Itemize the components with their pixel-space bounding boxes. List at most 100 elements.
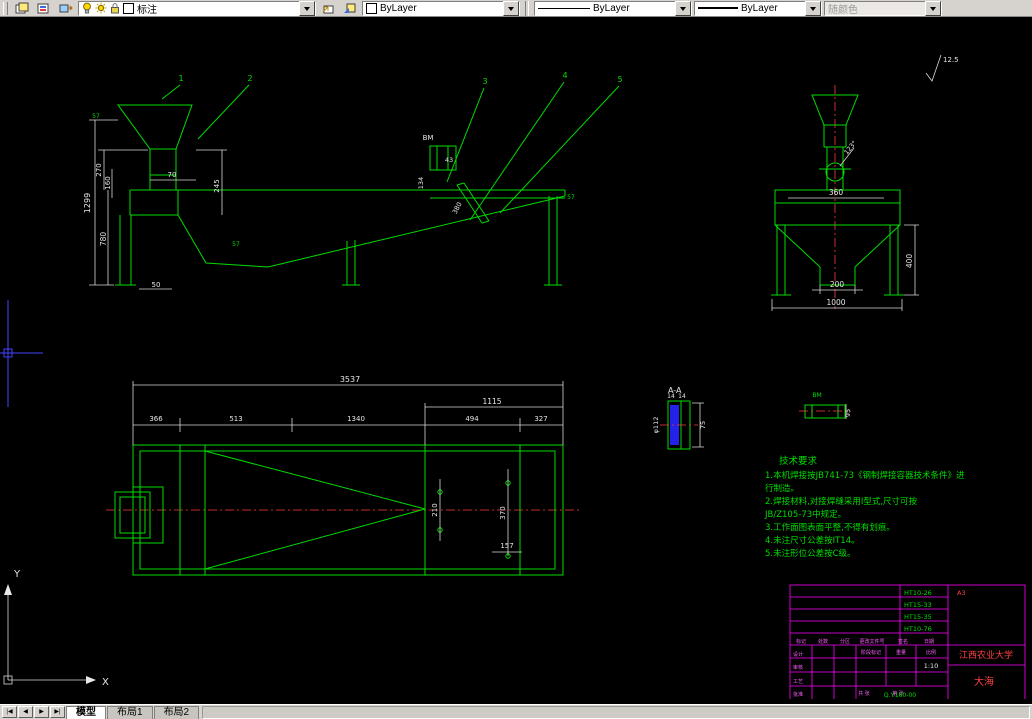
note-line: 4.未注尺寸公差按IT14。 (765, 535, 860, 546)
layer-combo[interactable]: 标注 (78, 0, 316, 16)
dim-134: 134 (417, 177, 425, 189)
dim-270: 270 (95, 163, 103, 176)
linetype-combo-arrow[interactable] (675, 0, 691, 16)
ucs-x-label: X (102, 677, 109, 688)
tb-drawing-title: 大海 (974, 675, 994, 688)
surface-roughness-label: 12.5 (943, 56, 959, 64)
note-line: 3.工作面图表面平整,不得有划痕。 (765, 522, 895, 533)
layer-color-swatch (123, 2, 134, 14)
toolbar-separator (525, 0, 529, 16)
dim-phi112: φ112 (652, 417, 660, 434)
layer-states-icon (37, 3, 49, 13)
dim-200: 200 (830, 280, 845, 289)
current-color-value: ByLayer (380, 2, 417, 14)
dim-1299: 1299 (83, 193, 92, 213)
dim-245: 245 (213, 179, 221, 192)
title-block-code: HT15-35 (904, 613, 932, 621)
title-block-code: HT10-76 (904, 625, 932, 633)
lineweight-combo[interactable]: ByLayer (694, 0, 822, 16)
note-line: 2.焊接材料,对接焊缝采用I型式,尺寸可按 (765, 496, 918, 507)
toolbar-grip[interactable] (3, 1, 8, 15)
tb-stage-label: 阶段标记 (861, 649, 881, 656)
tb-header-col: 标记 (796, 638, 806, 645)
part-label-2: 2 (247, 74, 252, 83)
title-block: HT10-26 HT15-33 HT15-35 HT10-76 A3 标记 处数… (789, 584, 1026, 701)
dim-3537: 3537 (340, 375, 360, 384)
tb-sign-label: 设计 (793, 651, 803, 658)
plot-style-combo-arrow (925, 0, 941, 16)
dim-160: 160 (104, 176, 112, 189)
part-label-5: 5 (617, 75, 622, 84)
crosshair-cursor (0, 300, 43, 407)
weld-symbol-label: 57 (232, 241, 240, 248)
dim-400: 400 (905, 254, 914, 269)
tab-layout2[interactable]: 布局2 (153, 705, 200, 719)
autocad-window: 标注 ByLayer ByLayer ByLayer 随颜色 1 2 3 4 5… (0, 0, 1032, 719)
dim-1000: 1000 (826, 298, 845, 307)
last-tab-button[interactable]: ▶| (50, 706, 65, 718)
layer-on-bulb-icon (83, 2, 91, 14)
section-aa: A-A φ112 14 14 75 (652, 386, 707, 450)
layer-combo-arrow[interactable] (299, 0, 315, 16)
plot-style-combo: 随颜色 (824, 0, 942, 16)
dim-360: 360 (829, 188, 844, 197)
side-view: 1 2 3 4 5 57 57 57 1299 270 160 780 245 … (83, 71, 623, 290)
ucs-y-label: Y (13, 569, 21, 580)
dim-1115: 1115 (482, 397, 501, 406)
color-combo-arrow[interactable] (503, 0, 519, 16)
make-layer-current-icon (322, 5, 334, 13)
lineweight-combo-arrow[interactable] (805, 0, 821, 16)
previous-tab-button[interactable]: ◀ (18, 706, 33, 718)
tb-scale-value: 1:10 (924, 662, 939, 670)
title-block-code: HT15-33 (904, 601, 932, 609)
detail-bm-label: BM (423, 134, 434, 142)
tb-sign-label: 审核 (793, 664, 803, 671)
make-object-layer-current-button[interactable] (318, 0, 338, 16)
layer-previous-button[interactable] (340, 0, 360, 16)
title-block-code: HT10-26 (904, 589, 932, 597)
layer-states-button[interactable] (34, 0, 54, 16)
horizontal-scrollbar[interactable] (202, 705, 1030, 719)
dim-157: 157 (500, 542, 513, 550)
first-tab-button[interactable]: |◀ (2, 706, 17, 718)
dim-780: 780 (99, 232, 108, 247)
linetype-combo[interactable]: ByLayer (534, 0, 692, 16)
ucs-icon: Y X (3, 569, 109, 688)
layer-translate-button[interactable] (56, 0, 76, 16)
part-label-4: 4 (562, 71, 567, 80)
dim-380: 380 (451, 201, 464, 216)
tab-model[interactable]: 模型 (66, 705, 106, 719)
dim-75: 75 (699, 421, 707, 429)
detail-bm-label: BM (812, 392, 821, 399)
tb-sheet-total: 共 张 (858, 690, 870, 697)
dim-1340: 1340 (347, 415, 365, 423)
tb-sign-label: 批准 (793, 691, 803, 698)
dim-123deg: 123° (842, 139, 858, 156)
dim-95: 95 (844, 409, 852, 417)
layer-properties-button[interactable] (12, 0, 32, 16)
note-line: 行制造。 (765, 483, 799, 494)
dim-70: 70 (168, 171, 177, 179)
part-label-1: 1 (178, 74, 183, 83)
weld-symbol-label: 57 (567, 194, 575, 201)
drawing-canvas[interactable]: 1 2 3 4 5 57 57 57 1299 270 160 780 245 … (0, 17, 1032, 704)
dim-210: 210 (431, 503, 439, 516)
front-view: 360 200 1000 400 123° 12.5 (771, 54, 959, 311)
object-properties-toolbar: 标注 ByLayer ByLayer ByLayer 随颜色 (0, 0, 1032, 17)
color-combo[interactable]: ByLayer (362, 0, 520, 16)
plan-view: 3537 1115 366 513 1340 494 327 210 370 1… (106, 375, 582, 576)
current-lineweight-value: ByLayer (741, 2, 778, 14)
note-line: 5.未注形位公差按C级。 (765, 548, 856, 559)
dim-43: 43 (445, 156, 453, 164)
part-label-3: 3 (482, 77, 487, 86)
tb-doc-number: Q.Y.160-00 (884, 692, 916, 699)
tab-layout1[interactable]: 布局1 (107, 705, 153, 719)
tb-header-col: 处数 (818, 638, 828, 645)
dim-327: 327 (534, 415, 547, 423)
layer-freeze-sun-icon (95, 2, 107, 14)
tb-header-col: 更改文件号 (859, 638, 884, 645)
dim-14b: 14 (678, 393, 686, 400)
dim-494: 494 (465, 415, 479, 423)
layout-tab-bar: |◀ ◀ ▶ ▶| 模型 布局1 布局2 (0, 704, 1032, 719)
next-tab-button[interactable]: ▶ (34, 706, 49, 718)
